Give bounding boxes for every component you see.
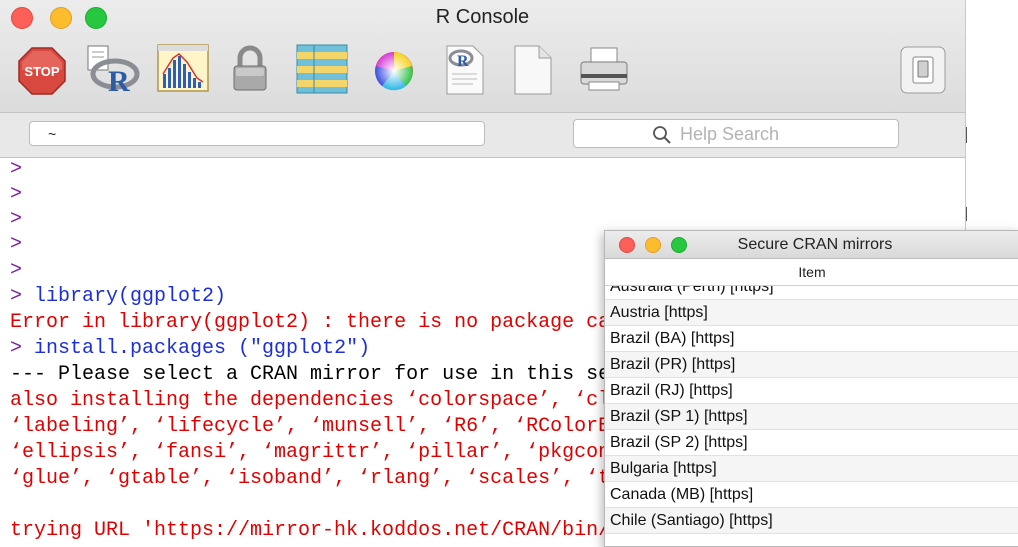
help-search-box[interactable] bbox=[573, 119, 899, 148]
command-text: library(ggplot2) bbox=[22, 285, 227, 308]
lock-icon bbox=[233, 45, 267, 91]
colors-button[interactable] bbox=[372, 44, 422, 96]
print-button[interactable] bbox=[578, 44, 628, 96]
console-line: > bbox=[10, 157, 22, 183]
prompt: > bbox=[10, 158, 23, 181]
svg-text:STOP: STOP bbox=[24, 64, 59, 79]
mirror-row[interactable]: Brazil (PR) [https] bbox=[605, 352, 1018, 378]
mirror-list[interactable]: Australia (Perth) [https] Austria [https… bbox=[605, 286, 1018, 546]
mirror-row[interactable]: Brazil (BA) [https] bbox=[605, 326, 1018, 352]
working-directory-field[interactable]: ~ bbox=[29, 121, 485, 146]
path-bar: ~ bbox=[0, 112, 965, 158]
message-line: ‘labeling’, ‘lifecycle’, ‘munsell’, ‘R6’… bbox=[10, 415, 635, 438]
command-text: install.packages ("ggplot2") bbox=[22, 337, 371, 360]
message-line: ‘ellipsis’, ‘fansi’, ‘magrittr’, ‘pillar… bbox=[10, 441, 623, 464]
svg-text:R: R bbox=[457, 53, 469, 70]
prompt: > bbox=[10, 233, 23, 256]
prompt: > bbox=[10, 259, 23, 282]
console-line: > bbox=[10, 207, 22, 233]
mirror-row[interactable]: Canada (MB) [https] bbox=[605, 482, 1018, 508]
new-script-r-button[interactable]: R bbox=[443, 44, 493, 96]
mirror-row[interactable]: Chile (Santiago) [https] bbox=[605, 508, 1018, 534]
console-line: > library(ggplot2) bbox=[10, 284, 226, 310]
prompt: > bbox=[10, 183, 23, 206]
toggle-switch-button[interactable] bbox=[898, 44, 948, 96]
console-line: > bbox=[10, 182, 22, 208]
title-bar: R Console STOP R R bbox=[0, 0, 965, 112]
help-search-input[interactable] bbox=[680, 122, 880, 146]
source-script-button[interactable]: R bbox=[85, 44, 140, 98]
prompt: > bbox=[10, 337, 23, 360]
printer-icon bbox=[580, 47, 628, 91]
prompt: > bbox=[10, 208, 23, 231]
data-editor-button[interactable] bbox=[296, 44, 348, 96]
chart-window-icon bbox=[157, 44, 209, 92]
mirror-row[interactable]: Brazil (RJ) [https] bbox=[605, 378, 1018, 404]
stop-icon: STOP bbox=[18, 47, 66, 95]
error-line: Error in library(ggplot2) : there is no … bbox=[10, 311, 623, 334]
output-line: --- Please select a CRAN mirror for use … bbox=[10, 363, 635, 386]
column-header-item[interactable]: Item bbox=[605, 259, 1018, 286]
mirror-row[interactable]: Brazil (SP 2) [https] bbox=[605, 430, 1018, 456]
svg-text:R: R bbox=[108, 65, 130, 96]
switch-icon bbox=[900, 46, 946, 94]
cran-title-bar: Secure CRAN mirrors bbox=[605, 231, 1018, 259]
mirror-row[interactable]: Austria [https] bbox=[605, 300, 1018, 326]
console-line: > bbox=[10, 258, 22, 284]
authentication-button[interactable] bbox=[230, 44, 280, 96]
console-line: > install.packages ("ggplot2") bbox=[10, 336, 370, 362]
window-edge-mark bbox=[966, 127, 967, 143]
message-line: ‘glue’, ‘gtable’, ‘isoband’, ‘rlang’, ‘s… bbox=[10, 467, 635, 490]
color-wheel-icon bbox=[375, 52, 413, 91]
message-line: also installing the dependencies ‘colors… bbox=[10, 389, 623, 412]
r-document-icon: R bbox=[446, 45, 484, 95]
mirror-row[interactable]: Brazil (SP 1) [https] bbox=[605, 404, 1018, 430]
prompt: > bbox=[10, 285, 23, 308]
window-edge-mark bbox=[966, 207, 967, 221]
blank-document-icon bbox=[514, 45, 552, 95]
new-document-button[interactable] bbox=[511, 44, 561, 96]
message-line: trying URL 'https://mirror-hk.koddos.net… bbox=[10, 519, 635, 542]
console-line: > bbox=[10, 232, 22, 258]
cran-mirrors-window: Secure CRAN mirrors Item Australia (Pert… bbox=[604, 230, 1018, 547]
search-icon bbox=[653, 126, 671, 144]
mirror-row[interactable]: Bulgaria [https] bbox=[605, 456, 1018, 482]
mirror-row[interactable]: Australia (Perth) [https] bbox=[605, 286, 1018, 300]
data-table-icon bbox=[296, 44, 348, 94]
stop-button[interactable]: STOP bbox=[17, 44, 67, 96]
r-source-icon: R bbox=[87, 45, 140, 98]
cran-window-title: Secure CRAN mirrors bbox=[737, 236, 893, 253]
window-title: R Console bbox=[435, 6, 530, 28]
quartz-graphics-button[interactable] bbox=[157, 44, 209, 96]
